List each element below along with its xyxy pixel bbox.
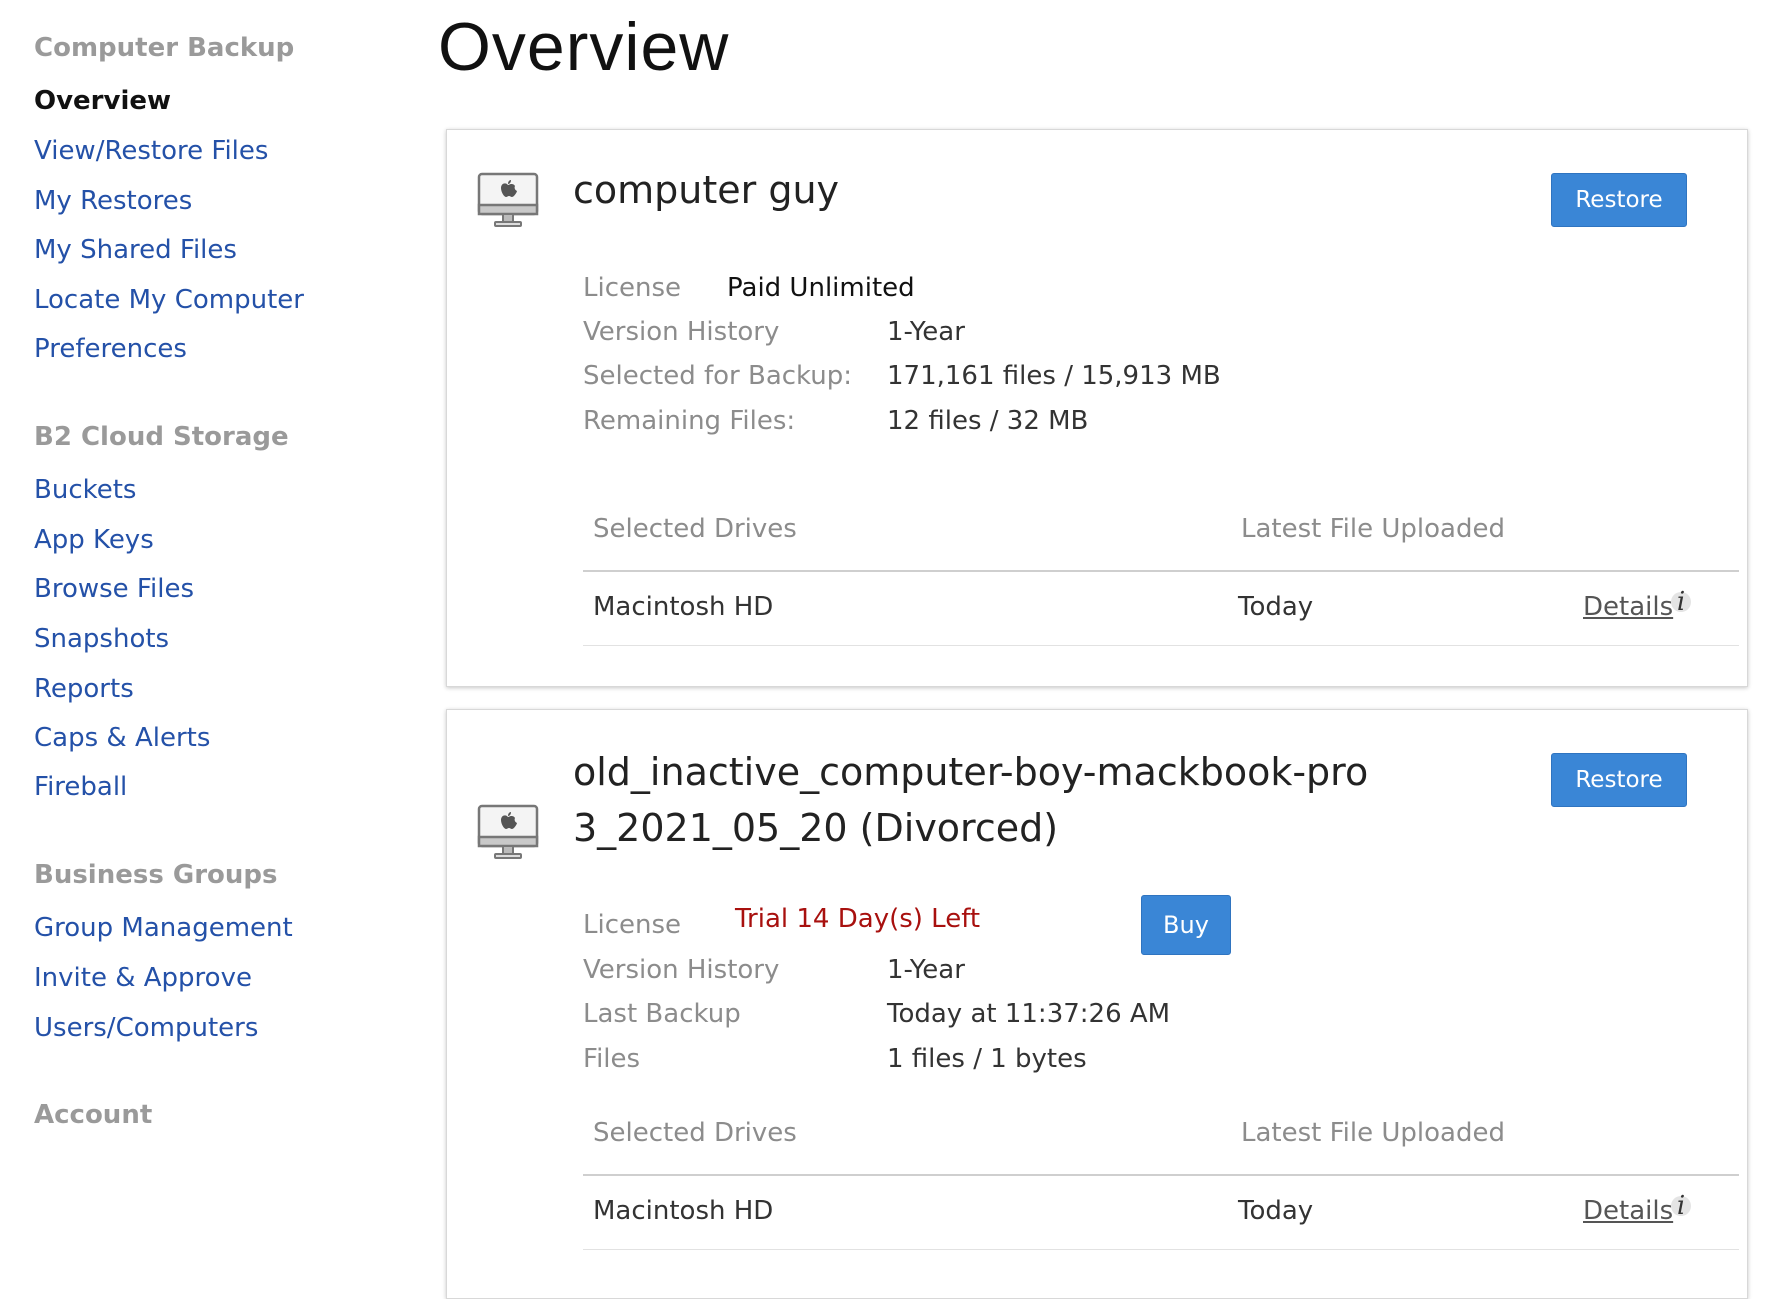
sidebar-section-business-groups: Business Groups <box>34 858 277 892</box>
info-value: 1 files / 1 bytes <box>887 1044 1087 1074</box>
sidebar-heading: B2 Cloud Storage <box>34 422 289 452</box>
details-link[interactable]: Details <box>1583 1196 1673 1226</box>
license-value: Trial 14 Day(s) Left <box>735 904 981 934</box>
sidebar-item-browse-files[interactable]: Browse Files <box>34 572 194 606</box>
sidebar-item-invite-approve[interactable]: Invite & Approve <box>34 961 252 995</box>
license-value: Paid Unlimited <box>727 273 915 303</box>
sidebar-section-account: Account <box>34 1098 152 1132</box>
sidebar-item-users-computers[interactable]: Users/Computers <box>34 1011 258 1045</box>
license-label: License <box>583 910 682 940</box>
drives-table: Selected Drives Latest File Uploaded Mac… <box>583 496 1739 646</box>
table-row: Macintosh HD Today Details i <box>583 572 1739 646</box>
info-value: Today at 11:37:26 AM <box>887 999 1171 1029</box>
buy-button[interactable]: Buy <box>1141 895 1231 955</box>
computer-name: old_inactive_computer-boy-mackbook-pro <box>573 750 1369 794</box>
mac-computer-icon <box>477 804 539 859</box>
sidebar-item-group-management[interactable]: Group Management <box>34 911 293 945</box>
info-value: 12 files / 32 MB <box>887 406 1089 436</box>
sidebar: Computer Backup Overview View/Restore Fi… <box>0 0 420 1288</box>
sidebar-section-b2: B2 Cloud Storage <box>34 420 289 454</box>
sidebar-heading: Business Groups <box>34 860 278 890</box>
sidebar-item-app-keys[interactable]: App Keys <box>34 523 154 557</box>
computer-card: old_inactive_computer-boy-mackbook-pro 3… <box>446 709 1748 1299</box>
sidebar-item-my-restores[interactable]: My Restores <box>34 184 192 218</box>
info-label: Remaining Files: <box>583 406 796 436</box>
restore-button[interactable]: Restore <box>1551 753 1687 807</box>
column-header-selected-drives: Selected Drives <box>593 514 797 544</box>
drive-latest-upload: Today <box>1238 1196 1314 1226</box>
info-label: Version History <box>583 317 780 347</box>
info-value: 1-Year <box>887 317 965 347</box>
details-link[interactable]: Details <box>1583 592 1673 622</box>
drive-name: Macintosh HD <box>593 1196 774 1226</box>
sidebar-item-reports[interactable]: Reports <box>34 672 134 706</box>
info-label: Files <box>583 1044 641 1074</box>
drive-latest-upload: Today <box>1238 592 1314 622</box>
sidebar-item-my-shared-files[interactable]: My Shared Files <box>34 233 237 267</box>
info-value: 171,161 files / 15,913 MB <box>887 361 1221 391</box>
sidebar-group-computer-backup: Overview <box>34 84 171 118</box>
sidebar-heading: Account <box>34 1100 153 1130</box>
drives-table-header: Selected Drives Latest File Uploaded <box>583 1100 1739 1176</box>
info-label: Version History <box>583 955 780 985</box>
page-title: Overview <box>438 9 730 85</box>
sidebar-item-caps-alerts[interactable]: Caps & Alerts <box>34 721 210 755</box>
license-label: License <box>583 273 682 303</box>
info-label: Selected for Backup: <box>583 361 853 391</box>
sidebar-item-view-restore-files[interactable]: View/Restore Files <box>34 134 268 168</box>
sidebar-item-buckets[interactable]: Buckets <box>34 473 136 507</box>
table-row: Macintosh HD Today Details i <box>583 1176 1739 1250</box>
sidebar-item-locate-my-computer[interactable]: Locate My Computer <box>34 283 304 317</box>
computer-name-line2: 3_2021_05_20 (Divorced) <box>573 806 1059 850</box>
sidebar-item-snapshots[interactable]: Snapshots <box>34 622 169 656</box>
info-icon[interactable]: i <box>1671 1193 1691 1219</box>
drives-table-header: Selected Drives Latest File Uploaded <box>583 496 1739 572</box>
column-header-latest-file: Latest File Uploaded <box>1241 514 1505 544</box>
sidebar-item-fireball[interactable]: Fireball <box>34 770 127 804</box>
computer-name: computer guy <box>573 168 840 212</box>
sidebar-section-computer-backup: Computer Backup <box>34 31 294 65</box>
mac-computer-icon <box>477 172 539 227</box>
sidebar-item-overview[interactable]: Overview <box>34 84 171 118</box>
info-icon[interactable]: i <box>1671 589 1691 615</box>
drive-name: Macintosh HD <box>593 592 774 622</box>
info-label: Last Backup <box>583 999 741 1029</box>
column-header-latest-file: Latest File Uploaded <box>1241 1118 1505 1148</box>
computer-card: computer guy Restore License Paid Unlimi… <box>446 129 1748 687</box>
info-value: 1-Year <box>887 955 965 985</box>
restore-button[interactable]: Restore <box>1551 173 1687 227</box>
column-header-selected-drives: Selected Drives <box>593 1118 797 1148</box>
sidebar-item-preferences[interactable]: Preferences <box>34 332 187 366</box>
sidebar-heading: Computer Backup <box>34 33 295 63</box>
drives-table: Selected Drives Latest File Uploaded Mac… <box>583 1100 1739 1250</box>
